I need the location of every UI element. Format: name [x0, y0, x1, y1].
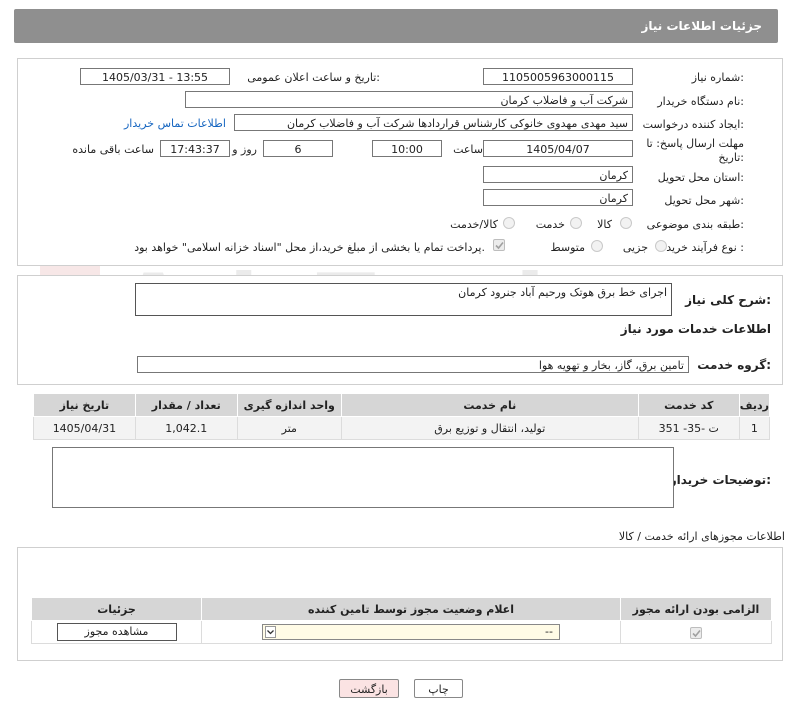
- buyer-notes-label: توضیحات خریدار:: [669, 473, 771, 487]
- permits-table: الزامی بودن ارائه مجوز اعلام وضعیت مجوز …: [31, 597, 772, 644]
- category-both-radio[interactable]: [503, 217, 515, 229]
- permit-required-checkbox[interactable]: [690, 626, 702, 639]
- deadline-label: مهلت ارسال پاسخ: تا تاریخ:: [646, 137, 744, 164]
- cell-permit-status: --: [201, 620, 621, 644]
- col-row: ردیف: [738, 393, 771, 417]
- category-label: طبقه بندی موضوعی:: [646, 218, 744, 231]
- category-goods-label: کالا: [597, 218, 612, 231]
- chevron-down-icon: [265, 626, 276, 638]
- col-permit-required: الزامی بودن ارائه مجوز: [620, 597, 772, 621]
- col-service-code: کد خدمت: [637, 393, 740, 417]
- permit-status-value: --: [545, 625, 553, 638]
- buyer-contact-link[interactable]: اطلاعات تماس خریدار: [124, 117, 226, 130]
- service-group-label: گروه خدمت:: [697, 358, 771, 372]
- process-label: نوع فرآیند خرید :: [666, 241, 744, 254]
- cell-service-name: تولید، انتقال و توزیع برق: [340, 416, 639, 440]
- page-title: جزئیات اطلاعات نیاز: [641, 19, 762, 33]
- permits-section-title: اطلاعات مجوزهای ارائه خدمت / کالا: [618, 530, 785, 543]
- services-table-header: ردیف کد خدمت نام خدمت واحد اندازه گیری ت…: [33, 393, 771, 417]
- col-permit-status: اعلام وضعیت مجوز توسط تامین کننده: [201, 597, 621, 621]
- col-need-date: تاریخ نیاز: [33, 393, 136, 417]
- print-button[interactable]: چاپ: [414, 679, 463, 698]
- services-section-title: اطلاعات خدمات مورد نیاز: [620, 322, 771, 336]
- deadline-date-field[interactable]: 1405/04/07: [483, 140, 633, 157]
- need-summary-field[interactable]: اجرای خط برق هوتک ورحیم آباد جنرود کرمان: [135, 283, 672, 316]
- treasury-payment-checkbox[interactable]: [493, 239, 505, 251]
- buyer-org-label: نام دستگاه خریدار:: [657, 95, 744, 108]
- permit-status-select[interactable]: --: [262, 624, 560, 640]
- days-label: روز و: [232, 143, 257, 156]
- cell-need-date: 1405/04/31: [33, 416, 136, 440]
- table-row: -- مشاهده مجوز: [31, 620, 772, 644]
- remaining-label: ساعت باقی مانده: [72, 143, 154, 156]
- need-number-label: شماره نیاز:: [691, 71, 744, 84]
- table-row: 1 ت -35- 351 تولید، انتقال و توزیع برق م…: [33, 416, 771, 440]
- city-field[interactable]: کرمان: [483, 189, 633, 206]
- view-permit-button[interactable]: مشاهده مجوز: [56, 623, 177, 641]
- category-both-label: کالا/خدمت: [450, 218, 498, 231]
- col-permit-details: جزئیات: [31, 597, 202, 621]
- creator-field[interactable]: سید مهدی مهدوی خانوکی کارشناس قراردادها …: [234, 114, 633, 131]
- process-medium-radio[interactable]: [591, 240, 603, 252]
- permits-table-header: الزامی بودن ارائه مجوز اعلام وضعیت مجوز …: [31, 597, 772, 621]
- page-header: جزئیات اطلاعات نیاز: [14, 9, 778, 43]
- services-table: ردیف کد خدمت نام خدمت واحد اندازه گیری ت…: [33, 393, 771, 440]
- deadline-time-field[interactable]: 10:00: [372, 140, 442, 157]
- announce-date-label: تاریخ و ساعت اعلان عمومی:: [247, 71, 380, 84]
- creator-label: ایجاد کننده درخواست:: [642, 118, 744, 131]
- province-label: استان محل تحویل:: [657, 171, 744, 184]
- deadline-time-label: ساعت: [453, 143, 483, 156]
- col-quantity: تعداد / مقدار: [134, 393, 238, 417]
- service-group-field[interactable]: تامین برق، گاز، بخار و تهویه هوا: [137, 356, 689, 373]
- need-number-field[interactable]: 1105005963000115: [483, 68, 633, 85]
- category-service-radio[interactable]: [570, 217, 582, 229]
- process-medium-label: متوسط: [550, 241, 585, 254]
- col-unit: واحد اندازه گیری: [236, 393, 342, 417]
- buyer-notes-textarea[interactable]: [52, 447, 674, 508]
- city-label: شهر محل تحویل:: [664, 194, 744, 207]
- back-button[interactable]: بازگشت: [339, 679, 399, 698]
- buyer-org-field[interactable]: شرکت آب و فاضلاب کرمان: [185, 91, 633, 108]
- remaining-days-field[interactable]: 6: [263, 140, 333, 157]
- cell-quantity: 1,042.1: [134, 416, 238, 440]
- announce-date-field[interactable]: 1405/03/31 - 13:55: [80, 68, 230, 85]
- col-service-name: نام خدمت: [340, 393, 639, 417]
- process-minor-radio[interactable]: [655, 240, 667, 252]
- cell-permit-required: [620, 620, 772, 644]
- cell-row: 1: [738, 416, 771, 440]
- category-goods-radio[interactable]: [620, 217, 632, 229]
- treasury-payment-note: پرداخت تمام یا بخشی از مبلغ خرید،از محل …: [134, 241, 485, 254]
- cell-service-code: ت -35- 351: [637, 416, 740, 440]
- process-minor-label: جزیی: [622, 241, 648, 254]
- remaining-time-field[interactable]: 17:43:37: [160, 140, 230, 157]
- cell-unit: متر: [236, 416, 342, 440]
- category-service-label: خدمت: [535, 218, 565, 231]
- cell-permit-details: مشاهده مجوز: [31, 620, 202, 644]
- province-field[interactable]: کرمان: [483, 166, 633, 183]
- need-summary-label: شرح کلی نیاز:: [685, 293, 771, 307]
